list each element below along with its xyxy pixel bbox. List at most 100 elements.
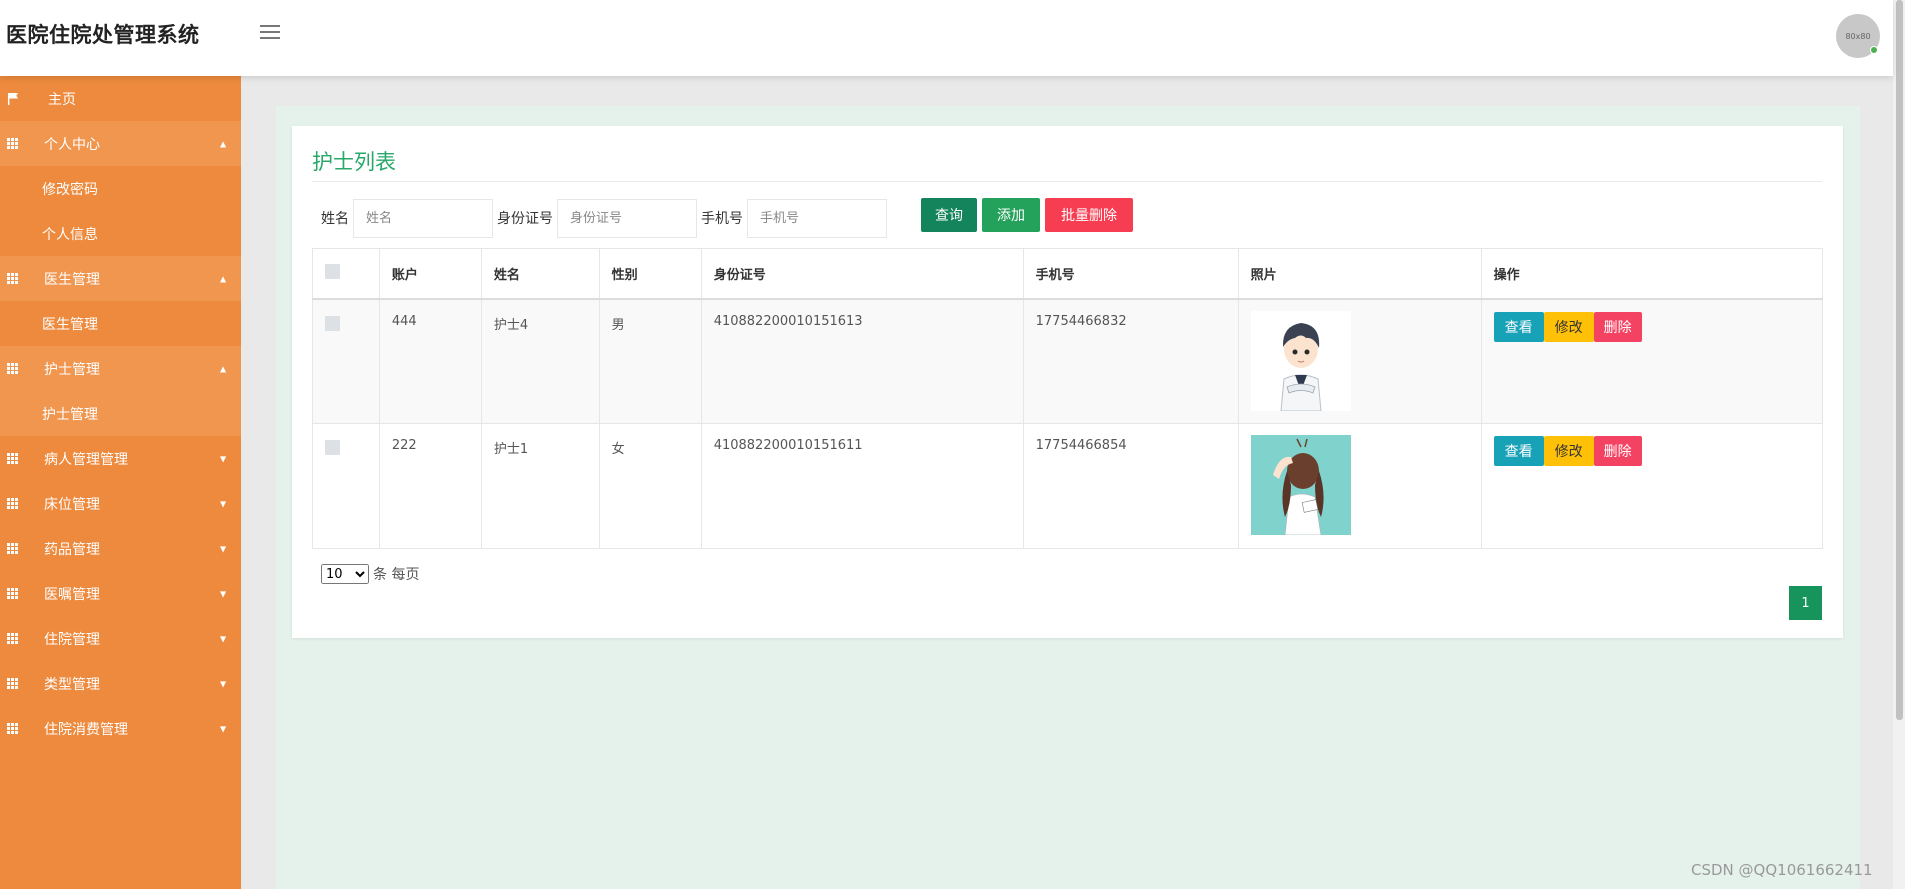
query-button[interactable]: 查询 [921,198,977,232]
name-cell: 护士1 [480,423,600,549]
sidebar-group-doctor[interactable]: 医生管理 ▲ [0,256,241,301]
top-header: 医院住院处管理系统 80x80 [0,0,1893,76]
grid-icon [7,632,20,645]
sidebar-group-hospitalization[interactable]: 住院管理 ▼ [0,616,241,661]
sidebar-group-label: 病人管理管理 [44,451,128,468]
grid-icon [7,677,20,690]
delete-button[interactable]: 删除 [1593,436,1642,466]
caret-down-icon: ▼ [220,589,227,598]
photo-cell [1237,298,1482,424]
actions-cell: 查看 修改 删除 [1480,423,1824,549]
caret-down-icon: ▼ [220,499,227,508]
sidebar-group-expenses[interactable]: 住院消费管理 ▼ [0,706,241,751]
column-header: 姓名 [480,248,600,300]
sidebar-group-nurse[interactable]: 护士管理 ▲ [0,346,241,391]
gender-cell: 女 [598,423,702,549]
phone-search-input[interactable] [747,198,887,238]
sidebar-item-doctor-management[interactable]: 医生管理 [0,301,241,346]
nurse-list-card: 护士列表 姓名 身份证号 手机号 查询 添加 批量删除 账户 姓名 性别 身份证… [292,126,1843,638]
grid-icon [7,497,20,510]
actions-cell: 查看 修改 删除 [1480,298,1824,424]
sidebar-group-label: 住院消费管理 [44,721,128,738]
caret-up-icon: ▲ [220,364,227,373]
column-header: 账户 [378,248,482,300]
sidebar-group-label: 住院管理 [44,631,100,648]
column-header: 性别 [598,248,702,300]
caret-down-icon: ▼ [220,679,227,688]
table-header-row: 账户 姓名 性别 身份证号 手机号 照片 操作 [312,248,1824,300]
sidebar-group-label: 医嘱管理 [44,586,100,603]
column-header: 照片 [1237,248,1482,300]
phone-label: 手机号 [701,211,743,227]
flag-icon [7,92,19,105]
caret-down-icon: ▼ [220,634,227,643]
edit-button[interactable]: 修改 [1543,436,1594,466]
sidebar-item-personal-info[interactable]: 个人信息 [0,211,241,256]
page-size-select[interactable]: 10 [321,564,369,584]
watermark: CSDN @QQ1061662411 [1691,861,1873,879]
id-number-cell: 410882200010151611 [700,423,1024,549]
sidebar-group-label: 类型管理 [44,676,100,693]
gender-cell: 男 [598,298,702,424]
table-row: 444 护士4 男 410882200010151613 17754466832 [312,298,1824,424]
page-size-control: 10 条 每页 [321,564,419,584]
column-header: 身份证号 [700,248,1024,300]
delete-button[interactable]: 删除 [1593,311,1642,342]
app-title: 医院住院处管理系统 [6,23,200,47]
name-cell: 护士4 [480,298,600,424]
row-checkbox[interactable] [325,315,340,331]
row-checkbox[interactable] [325,440,340,455]
caret-down-icon: ▼ [220,724,227,733]
column-header: 操作 [1480,248,1824,300]
select-all-checkbox[interactable] [325,263,340,279]
caret-up-icon: ▲ [220,139,227,148]
sidebar-group-label: 护士管理 [44,361,100,378]
view-button[interactable]: 查看 [1493,436,1544,466]
female-nurse-photo[interactable] [1250,435,1351,535]
id-label: 身份证号 [497,211,553,227]
column-header: 手机号 [1022,248,1239,300]
search-bar: 姓名 身份证号 手机号 [321,198,891,238]
caret-down-icon: ▼ [220,544,227,553]
account-cell: 222 [378,423,482,549]
sidebar-group-orders[interactable]: 医嘱管理 ▼ [0,571,241,616]
per-page-label: 条 每页 [373,567,420,583]
grid-icon [7,722,20,735]
grid-icon [7,362,20,375]
sidebar-group-types[interactable]: 类型管理 ▼ [0,661,241,706]
scrollbar-thumb[interactable] [1896,0,1903,720]
edit-button[interactable]: 修改 [1543,311,1594,342]
sidebar-item-change-password[interactable]: 修改密码 [0,166,241,211]
page-title: 护士列表 [312,150,396,174]
sidebar: 主页 个人中心 ▲ 修改密码 个人信息 医生管理 ▲ 医生管理 护士管理 ▲ 护… [0,76,241,889]
menu-toggle-icon[interactable] [260,25,280,41]
add-button[interactable]: 添加 [982,198,1040,232]
phone-cell: 17754466832 [1022,298,1239,424]
caret-up-icon: ▲ [220,274,227,283]
sidebar-group-bed[interactable]: 床位管理 ▼ [0,481,241,526]
grid-icon [7,137,20,150]
view-button[interactable]: 查看 [1493,311,1544,342]
sidebar-group-medicine[interactable]: 药品管理 ▼ [0,526,241,571]
select-all-cell [312,248,380,300]
grid-icon [7,542,20,555]
photo-cell [1237,423,1482,549]
batch-delete-button[interactable]: 批量删除 [1045,198,1133,232]
sidebar-item-home[interactable]: 主页 [0,76,241,121]
grid-icon [7,452,20,465]
male-nurse-photo[interactable] [1250,310,1351,411]
sidebar-group-label: 个人中心 [44,136,100,153]
sidebar-group-patient[interactable]: 病人管理管理 ▼ [0,436,241,481]
grid-icon [7,587,20,600]
nurse-table: 账户 姓名 性别 身份证号 手机号 照片 操作 444 护士4 男 410882… [312,248,1824,549]
page-button-current[interactable]: 1 [1789,586,1822,620]
name-search-input[interactable] [353,198,493,238]
phone-cell: 17754466854 [1022,423,1239,549]
caret-down-icon: ▼ [220,454,227,463]
id-search-input[interactable] [557,198,697,238]
title-divider [312,181,1822,182]
account-cell: 444 [378,298,482,424]
sidebar-group-personal[interactable]: 个人中心 ▲ [0,121,241,166]
sidebar-item-nurse-management[interactable]: 护士管理 [0,391,241,436]
grid-icon [7,272,20,285]
